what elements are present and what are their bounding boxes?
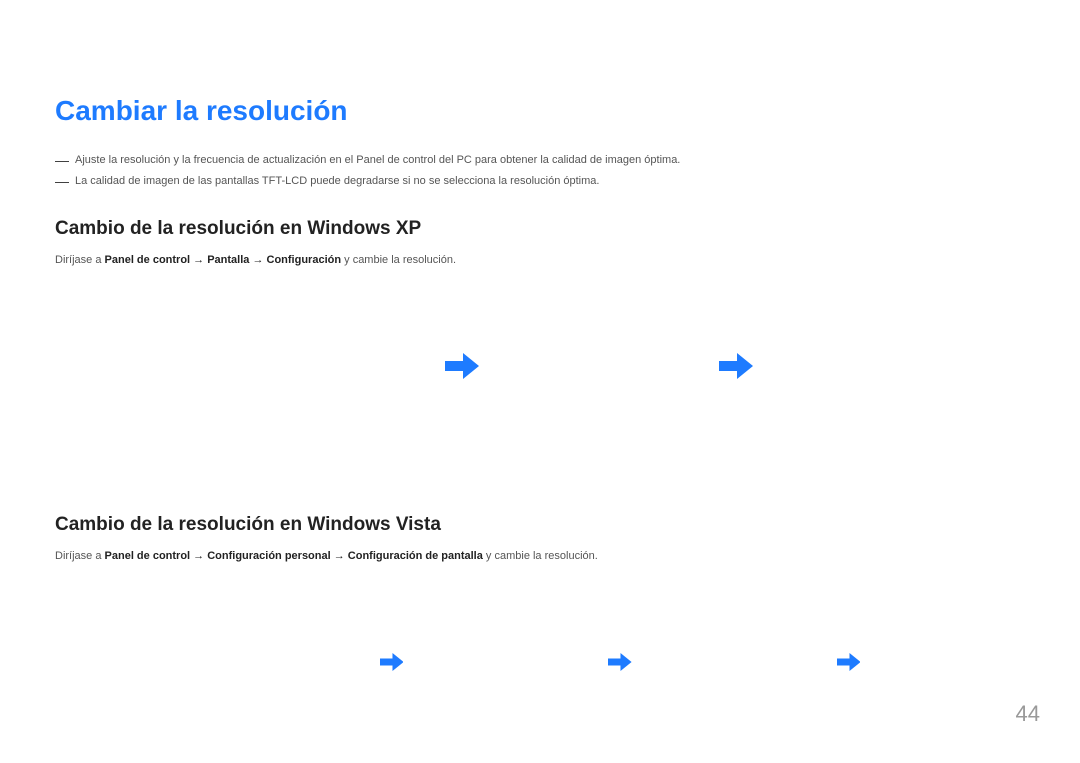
instruction-prefix: Diríjase a [55, 550, 105, 562]
page-number: 44 [1016, 701, 1040, 727]
note-text: La calidad de imagen de las pantallas TF… [75, 172, 599, 191]
main-title: Cambiar la resolución [55, 95, 1025, 127]
section-title-xp: Cambio de la resolución en Windows XP [55, 218, 1025, 240]
section-windows-xp: Cambio de la resolución en Windows XP Di… [55, 218, 1025, 436]
arrow-right-icon [837, 649, 861, 675]
note-text: Ajuste la resolución y la frecuencia de … [75, 151, 680, 170]
section-title-vista: Cambio de la resolución en Windows Vista [55, 514, 1025, 536]
instruction-suffix: y cambie la resolución. [341, 254, 456, 266]
step-image-placeholder [215, 592, 340, 732]
instruction-prefix: Diríjase a [55, 254, 105, 266]
note-item: ― Ajuste la resolución y la frecuencia d… [55, 151, 1025, 170]
arrow-right-icon [719, 353, 753, 379]
note-item: ― La calidad de imagen de las pantallas … [55, 172, 1025, 191]
note-dash: ― [55, 172, 69, 190]
section-windows-vista: Cambio de la resolución en Windows Vista… [55, 514, 1025, 732]
steps-row-vista [55, 592, 1025, 732]
steps-row-xp [55, 296, 1025, 436]
instruction-vista: Diríjase a Panel de control → Configurac… [55, 550, 1025, 562]
arrow-right-icon [445, 353, 479, 379]
note-dash: ― [55, 151, 69, 169]
step-image-placeholder [509, 296, 689, 436]
arrow-right-icon [608, 649, 632, 675]
instruction-bold: Panel de control → Pantalla → Configurac… [105, 254, 342, 266]
step-image-placeholder [672, 592, 797, 732]
step-image-placeholder [235, 296, 415, 436]
instruction-xp: Diríjase a Panel de control → Pantalla →… [55, 254, 1025, 266]
step-image-placeholder [443, 592, 568, 732]
step-image-placeholder [900, 592, 1025, 732]
instruction-bold: Panel de control → Configuración persona… [105, 550, 483, 562]
arrow-right-icon [380, 649, 404, 675]
notes-list: ― Ajuste la resolución y la frecuencia d… [55, 151, 1025, 190]
step-image-placeholder [783, 296, 963, 436]
instruction-suffix: y cambie la resolución. [483, 550, 598, 562]
